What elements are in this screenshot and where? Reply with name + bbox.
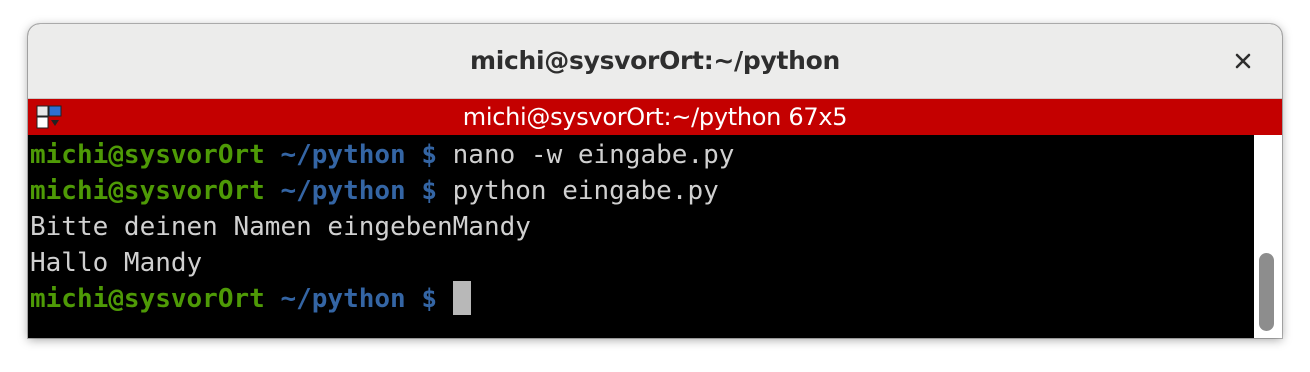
text-cursor [452, 281, 471, 315]
terminal-line: Hallo Mandy [30, 245, 202, 281]
scrollbar-thumb[interactable] [1259, 253, 1274, 331]
output-text: Hallo Mandy [30, 248, 203, 278]
vertical-scrollbar[interactable] [1254, 135, 1282, 338]
tab-title: michi@sysvorOrt:~/python 67x5 [462, 103, 848, 131]
prompt-path: ~/python $ [264, 284, 437, 314]
close-icon [1235, 53, 1251, 69]
close-button[interactable] [1230, 48, 1256, 74]
output-text: Bitte deinen Namen eingebenMandy [30, 212, 531, 242]
prompt-path: ~/python $ [264, 140, 437, 170]
terminal-line: michi@sysvorOrt ~/python $ python eingab… [30, 173, 719, 209]
screen-tab-bar: michi@sysvorOrt:~/python 67x5 [28, 99, 1282, 135]
prompt-user: michi@sysvorOrt [30, 176, 265, 206]
command-text: python eingabe.py [437, 176, 719, 206]
terminal-line: michi@sysvorOrt ~/python $ nano -w einga… [30, 137, 734, 173]
prompt-user: michi@sysvorOrt [30, 140, 265, 170]
command-text: nano -w eingabe.py [437, 140, 735, 170]
window-titlebar[interactable]: michi@sysvorOrt:~/python [28, 24, 1282, 99]
terminal-line: michi@sysvorOrt ~/python $ [30, 281, 471, 317]
terminal-window: michi@sysvorOrt:~/python michi@sysvorOrt… [28, 24, 1282, 338]
command-text [437, 284, 453, 314]
terminal-output[interactable]: michi@sysvorOrt ~/python $ nano -w einga… [28, 135, 1254, 338]
window-title: michi@sysvorOrt:~/python [470, 46, 840, 75]
terminal-line: Bitte deinen Namen eingebenMandy [30, 209, 531, 245]
prompt-path: ~/python $ [264, 176, 437, 206]
prompt-user: michi@sysvorOrt [30, 284, 265, 314]
